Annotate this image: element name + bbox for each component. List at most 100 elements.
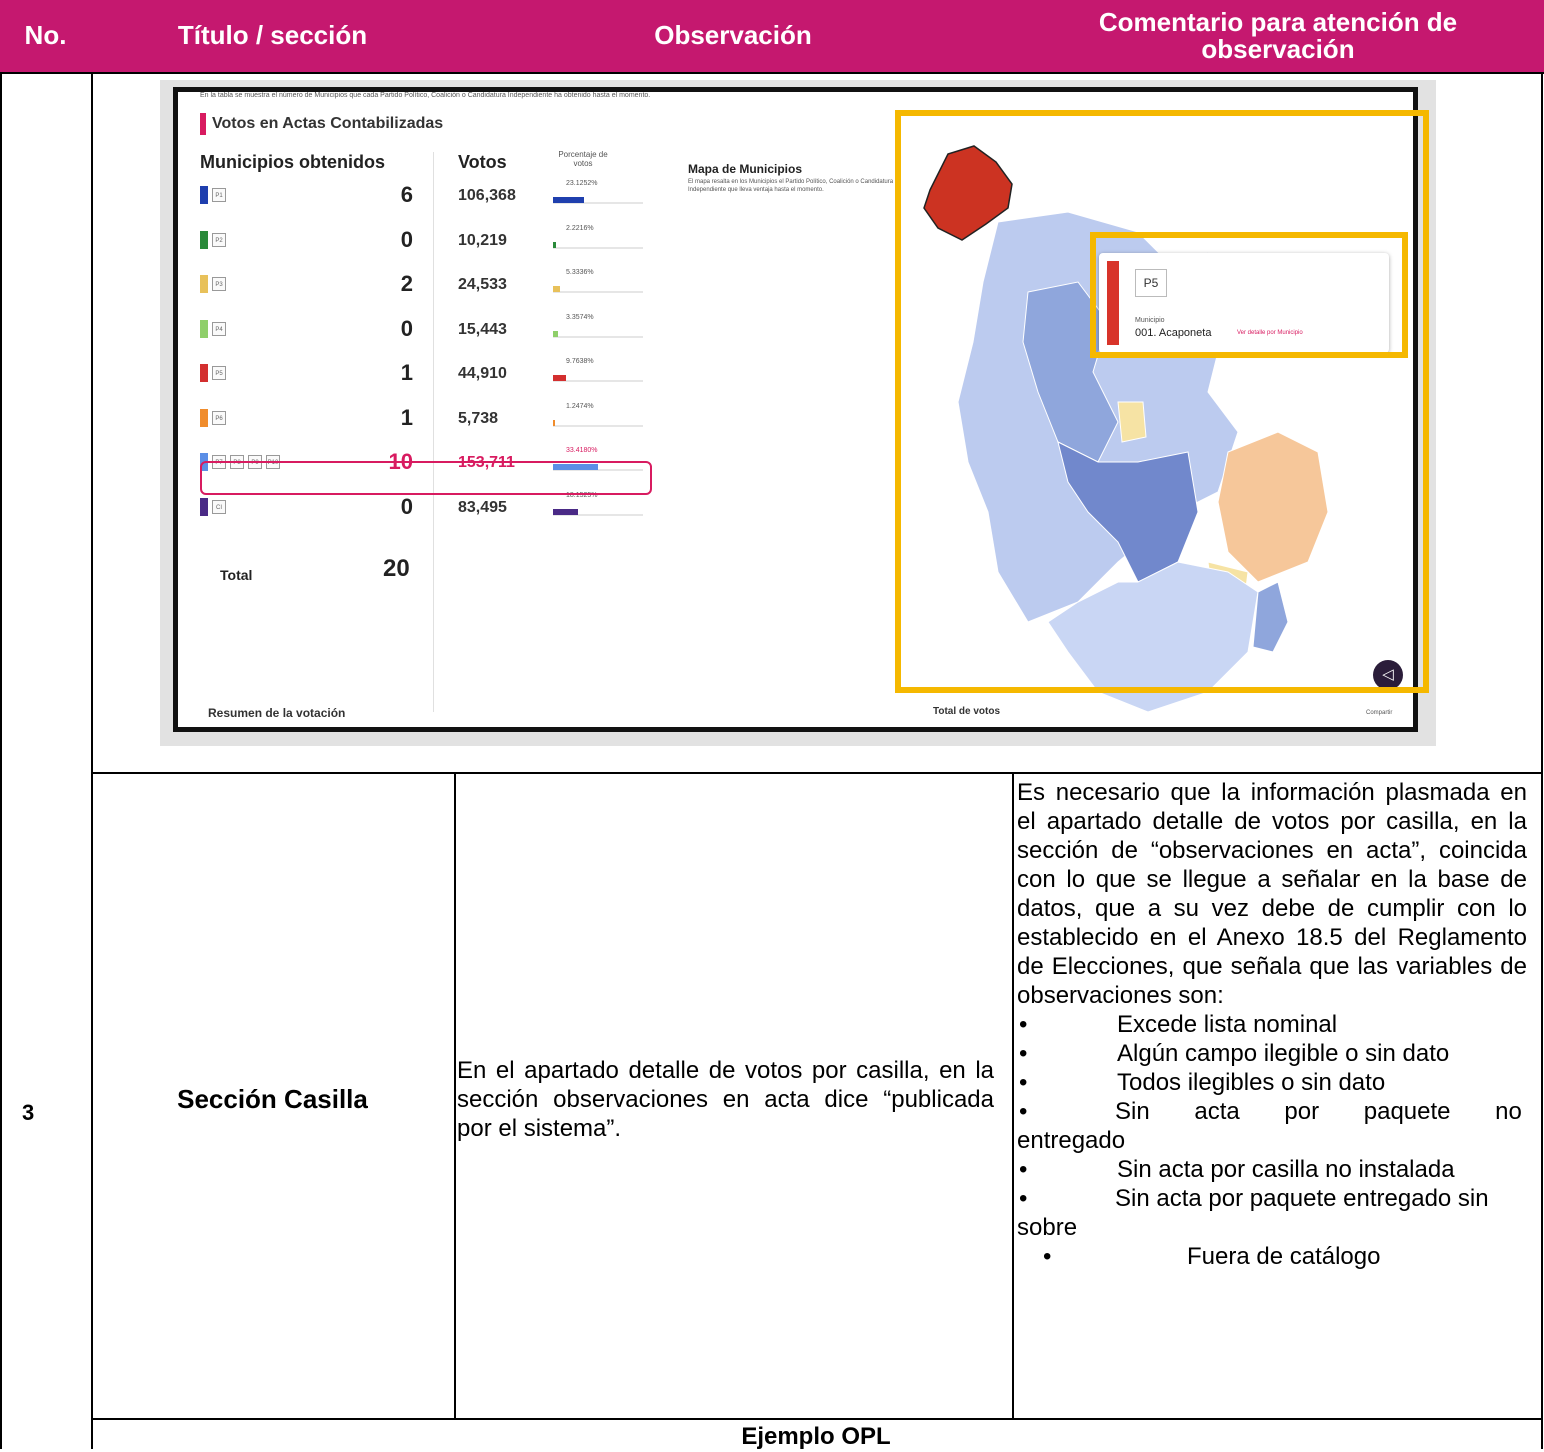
footer-compartir[interactable]: Compartir — [1366, 710, 1392, 716]
bullet-icon: • — [1019, 1040, 1028, 1067]
row3-titulo: Sección Casilla — [177, 1084, 368, 1114]
porcentaje-bar — [553, 375, 566, 381]
footer-resumen: Resumen de la votación — [208, 706, 346, 720]
porcentaje-bar-track — [553, 336, 643, 338]
observations-table: No. Título / sección Observación Comenta… — [0, 0, 1544, 1450]
porcentaje-bar-track — [553, 380, 643, 382]
ejemplo-opl-heading: Ejemplo OPL — [741, 1423, 891, 1450]
column-divider — [433, 152, 434, 712]
votos-value: 10,219 — [458, 232, 507, 249]
votos-value: 15,443 — [458, 321, 507, 338]
comentario-bullet: • Sin acta por paquete no entregado — [1017, 1097, 1527, 1155]
comentario-bullet: • Sin acta por paquete entregado sin sobr… — [1017, 1184, 1527, 1242]
votos-value: 5,738 — [458, 410, 499, 427]
total-value: 20 — [383, 555, 410, 582]
comentario-bullet: • Algún campo ilegible o sin dato — [1017, 1039, 1527, 1068]
party-color-swatch — [200, 231, 208, 249]
comentario-bullet: • Sin acta por casilla no instalada — [1017, 1155, 1527, 1184]
total-label: Total — [220, 567, 253, 583]
party-logo: P6 — [212, 411, 226, 425]
grid-line — [1012, 772, 1014, 1418]
municipios-count: 0 — [400, 227, 413, 252]
party-logo: P2 — [212, 233, 226, 247]
porcentaje-bar-track — [553, 291, 643, 293]
col-porcentaje: Porcentaje de votos — [558, 150, 608, 168]
grid-line — [91, 1418, 1543, 1420]
bullet-text: Sin acta por casilla no instalada — [1117, 1156, 1455, 1183]
header-titulo: Título / sección — [91, 0, 454, 72]
bullet-icon: • — [1019, 1156, 1028, 1183]
porcentaje-bar — [553, 420, 555, 426]
municipios-count: 0 — [400, 316, 413, 341]
row3-comentario: Es necesario que la información plasmada… — [1017, 778, 1527, 1271]
grid-line — [1541, 72, 1543, 1449]
row3-observacion: En el apartado detalle de votos por casi… — [457, 1057, 994, 1142]
votos-value: 83,495 — [458, 499, 507, 516]
grid-line — [91, 72, 93, 1449]
bullet-icon: • — [1019, 1011, 1028, 1038]
party-color-swatch — [200, 409, 208, 427]
municipios-count: 6 — [400, 182, 413, 207]
section-title: Votos en Actas Contabilizadas — [212, 115, 444, 132]
map-description: El mapa resalta en los Municipios el Par… — [688, 179, 894, 193]
party-color-swatch — [200, 275, 208, 293]
municipios-count: 0 — [400, 494, 413, 519]
party-color-swatch — [200, 364, 208, 382]
votos-value: 24,533 — [458, 276, 507, 293]
municipios-count: 1 — [400, 360, 413, 385]
comentario-bullet: • Excede lista nominal — [1017, 1010, 1527, 1039]
porcentaje-bar — [553, 286, 560, 292]
section-marker — [200, 113, 206, 135]
header-no: No. — [0, 0, 91, 72]
municipios-count: 2 — [400, 271, 413, 296]
porcentaje-value: 33.4180% — [566, 447, 598, 454]
porcentaje-value: 2.2216% — [566, 225, 594, 232]
bullet-icon: • — [1019, 1098, 1028, 1125]
porcentaje-bar — [553, 509, 578, 515]
row3-number: 3 — [22, 1100, 35, 1125]
screenshot-top-text: En la tabla se muestra el número de Muni… — [200, 92, 651, 99]
municipios-count: 1 — [400, 405, 413, 430]
party-color-swatch — [200, 186, 208, 204]
porcentaje-bar — [553, 331, 558, 337]
bullet-icon: • — [1043, 1243, 1052, 1270]
porcentaje-value: 1.2474% — [566, 403, 594, 410]
highlighted-row-frame — [200, 461, 652, 495]
porcentaje-value: 23.1252% — [566, 180, 598, 187]
grid-line — [0, 72, 2, 1449]
map-title: Mapa de Municipios — [688, 162, 803, 176]
bullet-text: Algún campo ilegible o sin dato — [1117, 1040, 1450, 1067]
grid-line — [91, 772, 1543, 774]
porcentaje-bar — [553, 197, 584, 203]
bullet-icon: • — [1019, 1069, 1028, 1096]
votos-value: 44,910 — [458, 365, 507, 382]
bullet-text: Fuera de catálogo — [1187, 1243, 1381, 1270]
bullet-icon: • — [1019, 1185, 1028, 1212]
party-logo: P5 — [212, 366, 226, 380]
comentario-intro: Es necesario que la información plasmada… — [1017, 779, 1527, 1009]
header-comentario: Comentario para atención de observación — [1012, 0, 1544, 72]
footer-total-votos: Total de votos — [933, 706, 1001, 717]
bullet-text: Excede lista nominal — [1117, 1011, 1338, 1038]
party-logo: CI — [212, 500, 226, 514]
col-votos: Votos — [458, 152, 507, 172]
comentario-bullet: • Fuera de catálogo — [1017, 1242, 1527, 1271]
grid-line — [0, 72, 1544, 74]
highlight-frame-map — [895, 110, 1429, 693]
highlight-frame-popup — [1090, 232, 1408, 358]
porcentaje-bar — [553, 242, 556, 248]
col-municipios: Municipios obtenidos — [200, 152, 385, 172]
party-logo: P1 — [212, 188, 226, 202]
porcentaje-bar-track — [553, 425, 643, 427]
porcentaje-bar-track — [553, 247, 643, 249]
comentario-bullet: • Todos ilegibles o sin dato — [1017, 1068, 1527, 1097]
party-logo: P4 — [212, 322, 226, 336]
porcentaje-value: 3.3574% — [566, 314, 594, 321]
bullet-text: Todos ilegibles o sin dato — [1117, 1069, 1386, 1096]
party-color-swatch — [200, 320, 208, 338]
party-logo: P3 — [212, 277, 226, 291]
header-observacion: Observación — [454, 0, 1012, 72]
votos-value: 106,368 — [458, 187, 516, 204]
porcentaje-value: 9.7638% — [566, 358, 594, 365]
porcentaje-value: 5.3336% — [566, 269, 594, 276]
